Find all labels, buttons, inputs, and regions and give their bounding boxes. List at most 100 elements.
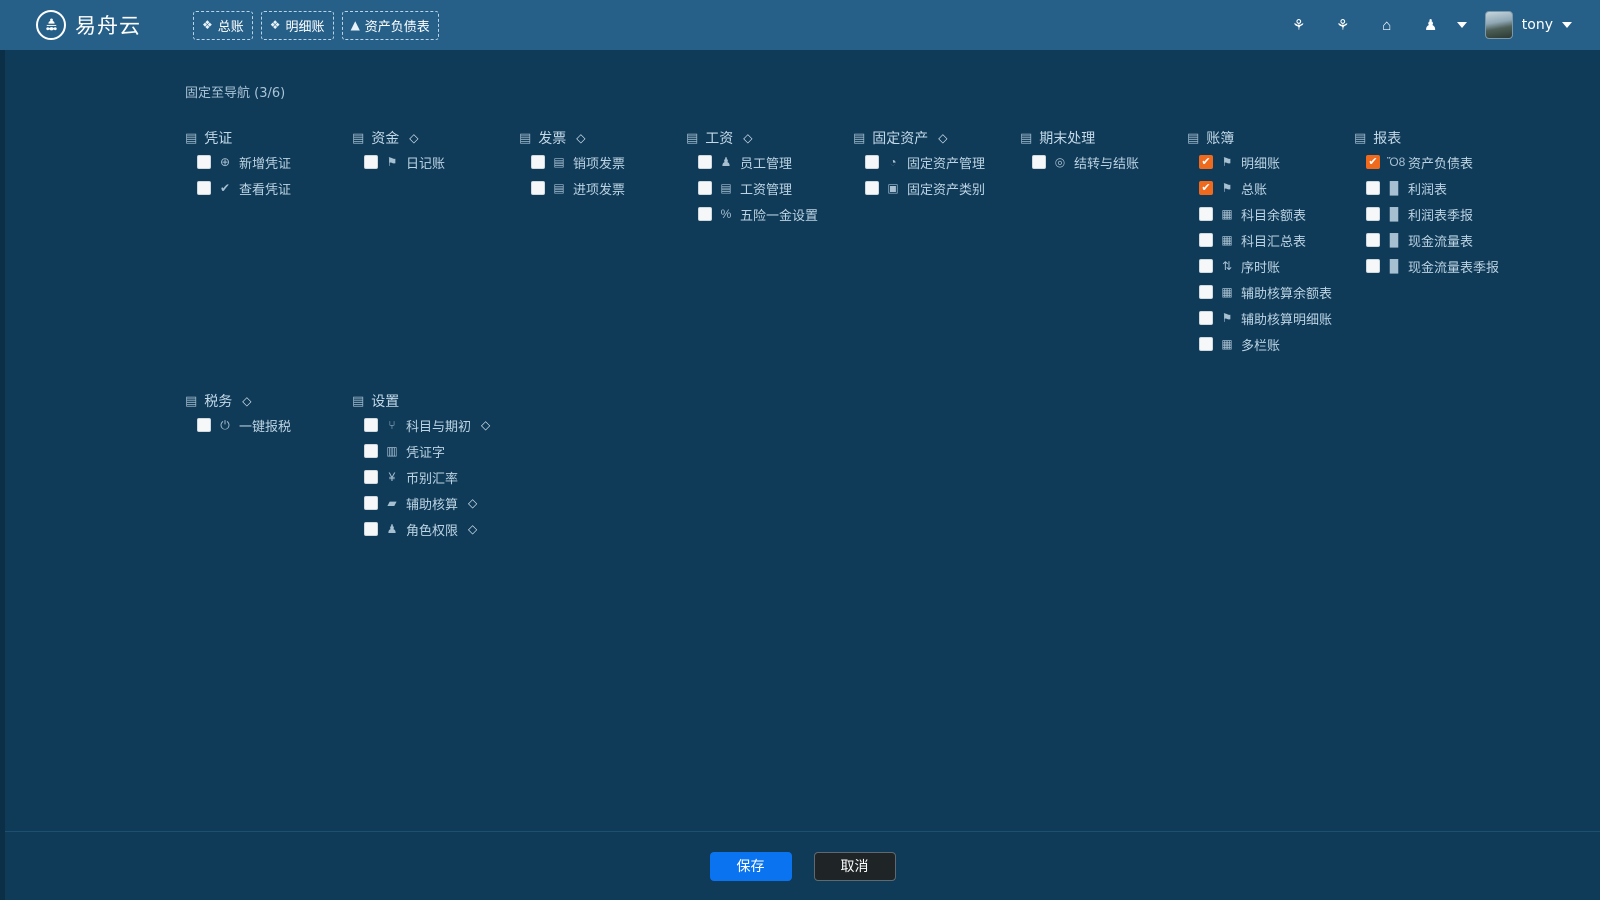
option-多栏账[interactable]: ▦多栏账 — [1199, 332, 1332, 356]
group-资金: ▤资金◇⚑日记账 — [352, 128, 445, 174]
option-辅助核算余额表[interactable]: ▦辅助核算余额表 — [1199, 280, 1332, 304]
account-chevron-down-icon[interactable] — [1562, 22, 1572, 28]
option-辅助核算[interactable]: ▰辅助核算◇ — [364, 491, 490, 515]
home-icon[interactable]: ⌂ — [1365, 0, 1409, 50]
checkbox[interactable] — [1199, 233, 1213, 247]
option-科目汇总表[interactable]: ▦科目汇总表 — [1199, 228, 1332, 252]
checkbox[interactable] — [364, 444, 378, 458]
option-查看凭证[interactable]: ✔查看凭证 — [197, 176, 291, 200]
checkbox[interactable] — [197, 418, 211, 432]
user-menu-chevron-down-icon[interactable] — [1457, 22, 1467, 28]
stamp-icon: ▥ — [385, 444, 399, 458]
nav-chip-general-ledger[interactable]: ❖ 总账 — [193, 11, 253, 40]
option-固定资产管理[interactable]: ◔固定资产管理 — [865, 150, 985, 174]
option-label: 现金流量表 — [1408, 231, 1473, 250]
checkbox[interactable] — [1199, 311, 1213, 325]
option-固定资产类别[interactable]: ▣固定资产类别 — [865, 176, 985, 200]
receipt-icon: ▤ — [519, 131, 531, 146]
checkbox[interactable] — [364, 155, 378, 169]
checkbox[interactable] — [698, 181, 712, 195]
user-icon[interactable]: ♟ — [1409, 0, 1453, 50]
option-label: 辅助核算 — [406, 494, 458, 513]
option-角色权限[interactable]: ♟角色权限◇ — [364, 517, 490, 541]
option-日记账[interactable]: ⚑日记账 — [364, 150, 445, 174]
option-总账[interactable]: ✔⚑总账 — [1199, 176, 1332, 200]
bookmark-icon: ⚑ — [1220, 181, 1234, 195]
gem-icon: ◇ — [743, 131, 752, 145]
group-工资: ▤工资◇♟员工管理▤工资管理%五险一金设置 — [686, 128, 818, 226]
option-label: 明细账 — [1241, 153, 1280, 172]
save-button[interactable]: 保存 — [710, 852, 792, 881]
checkbox[interactable] — [1032, 155, 1046, 169]
checkbox[interactable] — [1199, 337, 1213, 351]
option-工资管理[interactable]: ▤工资管理 — [698, 176, 818, 200]
group-title-label: 期末处理 — [1039, 128, 1095, 148]
checkbox[interactable] — [531, 155, 545, 169]
option-label: 科目余额表 — [1241, 205, 1306, 224]
option-新增凭证[interactable]: ⊕新增凭证 — [197, 150, 291, 174]
option-结转与结账[interactable]: ◎结转与结账 — [1032, 150, 1139, 174]
option-利润表[interactable]: █利润表 — [1366, 176, 1499, 200]
option-明细账[interactable]: ✔⚑明细账 — [1199, 150, 1332, 174]
option-资产负债表[interactable]: ✔Ὄ8资产负债表 — [1366, 150, 1499, 174]
option-辅助核算明细账[interactable]: ⚑辅助核算明细账 — [1199, 306, 1332, 330]
option-科目与期初[interactable]: ⑂科目与期初◇ — [364, 413, 490, 437]
checkbox[interactable] — [1199, 207, 1213, 221]
option-科目余额表[interactable]: ▦科目余额表 — [1199, 202, 1332, 226]
checkbox[interactable] — [1366, 207, 1380, 221]
brand-logo[interactable]: 易舟云 — [36, 10, 141, 40]
checkbox[interactable] — [1366, 181, 1380, 195]
columns-icon: ▦ — [1220, 337, 1234, 351]
checkbox[interactable]: ✔ — [1366, 155, 1380, 169]
option-label: 币别汇率 — [406, 468, 458, 487]
area-chart-icon: ▲ — [351, 19, 360, 31]
checkbox[interactable] — [364, 418, 378, 432]
option-现金流量表季报[interactable]: █现金流量表季报 — [1366, 254, 1499, 278]
checkbox[interactable] — [197, 181, 211, 195]
option-销项发票[interactable]: ▤销项发票 — [531, 150, 625, 174]
checkbox[interactable] — [364, 470, 378, 484]
checkbox[interactable] — [698, 207, 712, 221]
cancel-button[interactable]: 取消 — [814, 852, 896, 881]
gem-icon: ◇ — [576, 131, 585, 145]
option-利润表季报[interactable]: █利润表季报 — [1366, 202, 1499, 226]
bug-icon[interactable]: ⚘ — [1277, 0, 1321, 50]
checkbox[interactable] — [364, 496, 378, 510]
option-币别汇率[interactable]: ¥币别汇率 — [364, 465, 490, 489]
nav-chip-subsidiary-ledger[interactable]: ❖ 明细账 — [261, 11, 334, 40]
checkbox[interactable] — [1366, 259, 1380, 273]
option-label: 现金流量表季报 — [1408, 257, 1499, 276]
checkbox[interactable] — [1366, 233, 1380, 247]
option-label: 序时账 — [1241, 257, 1280, 276]
option-进项发票[interactable]: ▤进项发票 — [531, 176, 625, 200]
option-员工管理[interactable]: ♟员工管理 — [698, 150, 818, 174]
checkbox[interactable] — [1199, 259, 1213, 273]
line-chart-icon: ▤ — [1354, 131, 1366, 146]
checkbox[interactable] — [364, 522, 378, 536]
user-name[interactable]: tony — [1522, 17, 1553, 33]
checkbox[interactable] — [698, 155, 712, 169]
option-凭证字[interactable]: ▥凭证字 — [364, 439, 490, 463]
left-rail — [0, 50, 5, 900]
checkbox[interactable]: ✔ — [1199, 181, 1213, 195]
option-序时账[interactable]: ⇅序时账 — [1199, 254, 1332, 278]
book-icon: ▤ — [1187, 131, 1199, 146]
checkbox[interactable] — [1199, 285, 1213, 299]
option-一键报税[interactable]: ⏻一键报税 — [197, 413, 291, 437]
avatar[interactable] — [1485, 11, 1513, 39]
checkbox[interactable] — [197, 155, 211, 169]
power-icon: ⏻ — [218, 418, 232, 433]
checkbox[interactable] — [865, 181, 879, 195]
wallet-icon: ▤ — [686, 131, 698, 146]
exchange-icon: ▤ — [352, 131, 364, 146]
checkbox[interactable]: ✔ — [1199, 155, 1213, 169]
nav-chip-balance-sheet[interactable]: ▲ 资产负债表 — [342, 11, 439, 40]
id-card-icon: ▤ — [185, 131, 197, 146]
option-现金流量表[interactable]: █现金流量表 — [1366, 228, 1499, 252]
checkbox[interactable] — [865, 155, 879, 169]
bug-icon[interactable]: ⚘ — [1321, 0, 1365, 50]
option-五险一金设置[interactable]: %五险一金设置 — [698, 202, 818, 226]
checkbox[interactable] — [531, 181, 545, 195]
group-账簿: ▤账簿✔⚑明细账✔⚑总账▦科目余额表▦科目汇总表⇅序时账▦辅助核算余额表⚑辅助核… — [1187, 128, 1332, 356]
option-label: 新增凭证 — [239, 153, 291, 172]
